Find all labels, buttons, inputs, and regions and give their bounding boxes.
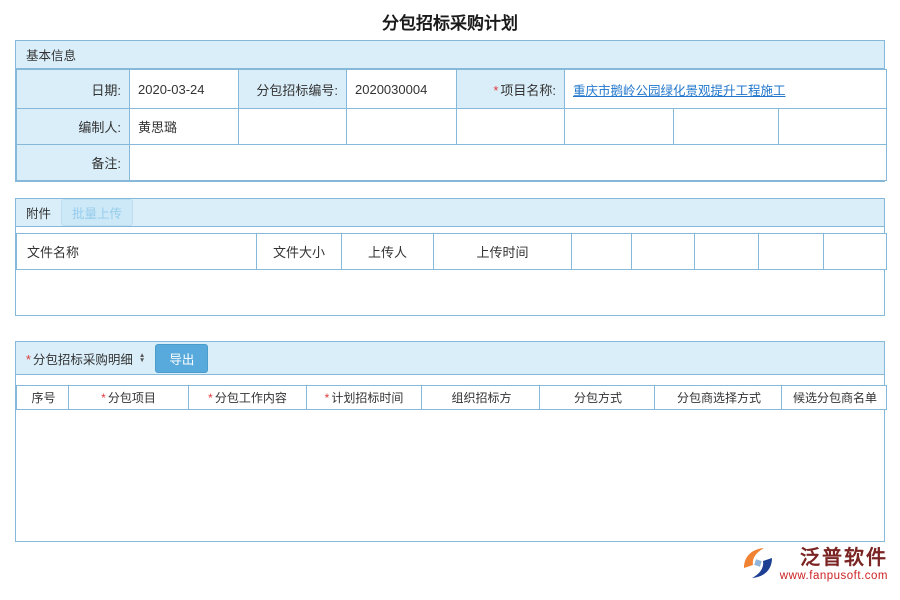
attachments-section-header: 附件 批量上传 bbox=[16, 199, 884, 227]
empty-cell bbox=[457, 109, 565, 145]
empty-cell bbox=[779, 109, 887, 145]
column-header-file-size: 文件大小 bbox=[257, 234, 342, 270]
project-name-link[interactable]: 重庆市鹅岭公园绿化景观提升工程施工 bbox=[573, 84, 786, 98]
brand-website: www.fanpusoft.com bbox=[780, 570, 888, 582]
column-header-sub-item: *分包项目 bbox=[69, 386, 189, 410]
empty-cell bbox=[674, 109, 779, 145]
project-name-label: *项目名称: bbox=[457, 70, 565, 109]
brand-texts: 泛普软件 www.fanpusoft.com bbox=[780, 546, 888, 582]
attachments-panel: 附件 批量上传 文件名称 文件大小 上传人 上传时间 bbox=[15, 198, 885, 316]
empty-column-header bbox=[824, 234, 887, 270]
compiler-label: 编制人: bbox=[17, 109, 130, 145]
bid-number-value: 2020030004 bbox=[347, 70, 457, 109]
attachments-section-title: 附件 bbox=[26, 203, 51, 222]
sort-toggle-icon[interactable]: ▲ ▼ bbox=[139, 353, 145, 363]
empty-column-header bbox=[759, 234, 824, 270]
column-header-sub-method: 分包方式 bbox=[540, 386, 655, 410]
empty-column-header bbox=[632, 234, 695, 270]
fanpu-logo-icon bbox=[740, 546, 776, 580]
date-value: 2020-03-24 bbox=[130, 70, 239, 109]
empty-cell bbox=[565, 109, 674, 145]
export-button[interactable]: 导出 bbox=[155, 344, 208, 373]
attachments-table: 文件名称 文件大小 上传人 上传时间 bbox=[16, 233, 887, 270]
project-name-cell: 重庆市鹅岭公园绿化景观提升工程施工 bbox=[565, 70, 887, 109]
column-header-candidate-list: 候选分包商名单 bbox=[782, 386, 887, 410]
required-asterisk: * bbox=[26, 353, 31, 367]
remark-value bbox=[130, 145, 887, 181]
sort-down-icon: ▼ bbox=[139, 358, 145, 363]
empty-column-header bbox=[695, 234, 759, 270]
required-asterisk: * bbox=[493, 83, 498, 98]
empty-column-header bbox=[572, 234, 632, 270]
details-section-header: *分包招标采购明细 ▲ ▼ 导出 bbox=[16, 342, 884, 375]
column-header-upload-time: 上传时间 bbox=[434, 234, 572, 270]
bid-number-label: 分包招标编号: bbox=[239, 70, 347, 109]
batch-upload-button[interactable]: 批量上传 bbox=[61, 199, 133, 226]
empty-cell bbox=[239, 109, 347, 145]
column-header-seq: 序号 bbox=[17, 386, 69, 410]
column-header-selection-method: 分包商选择方式 bbox=[655, 386, 782, 410]
procurement-details-panel: *分包招标采购明细 ▲ ▼ 导出 序号 *分包项目 *分包工作内容 *计划招标时… bbox=[15, 341, 885, 542]
column-header-plan-time: *计划招标时间 bbox=[307, 386, 422, 410]
details-empty-body bbox=[16, 410, 884, 541]
brand-name: 泛普软件 bbox=[800, 546, 888, 570]
spacer bbox=[16, 375, 884, 385]
attachments-empty-body bbox=[16, 270, 884, 315]
column-header-file-name: 文件名称 bbox=[17, 234, 257, 270]
basic-info-section-header: 基本信息 bbox=[16, 41, 884, 69]
remark-label: 备注: bbox=[17, 145, 130, 181]
column-header-uploader: 上传人 bbox=[342, 234, 434, 270]
page-title: 分包招标采购计划 bbox=[0, 0, 900, 40]
details-table: 序号 *分包项目 *分包工作内容 *计划招标时间 组织招标方 分包方式 分包商选… bbox=[16, 385, 887, 410]
brand-footer: 泛普软件 www.fanpusoft.com bbox=[740, 546, 888, 582]
date-label: 日期: bbox=[17, 70, 130, 109]
basic-info-panel: 基本信息 日期: 2020-03-24 分包招标编号: 2020030004 *… bbox=[15, 40, 885, 182]
empty-cell bbox=[347, 109, 457, 145]
column-header-work-content: *分包工作内容 bbox=[189, 386, 307, 410]
column-header-organizer: 组织招标方 bbox=[422, 386, 540, 410]
compiler-value: 黄思璐 bbox=[130, 109, 239, 145]
details-section-title: *分包招标采购明细 bbox=[26, 349, 133, 368]
basic-info-table: 日期: 2020-03-24 分包招标编号: 2020030004 *项目名称:… bbox=[16, 69, 887, 181]
basic-info-section-title: 基本信息 bbox=[26, 45, 76, 64]
